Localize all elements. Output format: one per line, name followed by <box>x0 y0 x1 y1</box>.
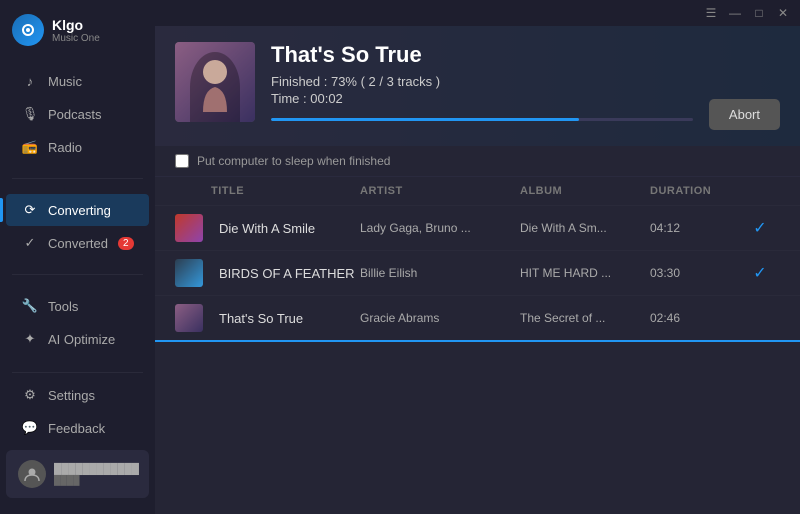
track-title: BIRDS OF A FEATHER <box>211 266 360 281</box>
col-artist: ARTIST <box>360 185 520 197</box>
col-title: TITLE <box>211 185 360 197</box>
app-subtitle: Music One <box>52 33 100 44</box>
converting-icon: ⟳ <box>22 202 38 218</box>
minimize-button[interactable]: — <box>728 6 742 20</box>
track-title: Die With A Smile <box>211 221 360 236</box>
table-header: TITLE ARTIST ALBUM DURATION <box>155 177 800 206</box>
convert-status: Finished : 73% ( 2 / 3 tracks ) <box>271 74 693 89</box>
sidebar-item-converting[interactable]: ⟳ Converting <box>6 194 149 226</box>
track-album: HIT ME HARD ... <box>520 266 650 280</box>
sidebar-item-label: Settings <box>48 388 95 403</box>
album-art <box>175 42 255 122</box>
sidebar-item-tools[interactable]: 🔧 Tools <box>6 290 149 322</box>
podcasts-icon: 🎙 <box>22 106 38 122</box>
sidebar-item-label: Tools <box>48 299 78 314</box>
table-row: BIRDS OF A FEATHER Billie Eilish HIT ME … <box>155 251 800 296</box>
tracks-table: TITLE ARTIST ALBUM DURATION Die With A S… <box>155 177 800 514</box>
col-thumb <box>175 185 211 197</box>
track-album: The Secret of ... <box>520 311 650 325</box>
track-artist: Billie Eilish <box>360 266 520 280</box>
converted-icon: ✓ <box>22 235 38 251</box>
track-thumbnail <box>175 304 203 332</box>
user-name: ████████████ <box>54 464 139 475</box>
progress-bar <box>271 118 693 121</box>
maximize-button[interactable]: □ <box>752 6 766 20</box>
sidebar-item-label: Feedback <box>48 421 105 436</box>
track-artist: Lady Gaga, Bruno ... <box>360 221 520 235</box>
music-icon: ♪ <box>22 73 38 89</box>
track-duration: 04:12 <box>650 221 740 235</box>
sidebar-item-label: Converted <box>48 236 108 251</box>
logo-text: Klgo Music One <box>52 17 100 44</box>
main-nav: ♪ Music 🎙 Podcasts 📻 Radio <box>0 56 155 172</box>
track-thumbnail <box>175 214 203 242</box>
abort-button[interactable]: Abort <box>709 99 780 130</box>
track-title: That's So True <box>211 311 360 326</box>
check-icon: ✓ <box>753 218 766 238</box>
sleep-row: Put computer to sleep when finished <box>155 146 800 177</box>
logo-area: Klgo Music One <box>0 0 155 56</box>
user-info: ████████████ ████ <box>54 464 139 485</box>
sleep-checkbox[interactable] <box>175 154 189 168</box>
table-row: Die With A Smile Lady Gaga, Bruno ... Di… <box>155 206 800 251</box>
title-bar: ☰ — □ ✕ <box>155 0 800 26</box>
sidebar-item-settings[interactable]: ⚙ Settings <box>6 379 149 411</box>
main-content: ☰ — □ ✕ That's So True Finished : 73% ( … <box>155 0 800 514</box>
track-duration: 02:46 <box>650 311 740 325</box>
avatar <box>18 460 46 488</box>
table-row: That's So True Gracie Abrams The Secret … <box>155 296 800 342</box>
sidebar-item-music[interactable]: ♪ Music <box>6 65 149 97</box>
convert-info: That's So True Finished : 73% ( 2 / 3 tr… <box>271 42 693 121</box>
sidebar-item-converted[interactable]: ✓ Converted 2 <box>6 227 149 259</box>
sidebar-item-label: AI Optimize <box>48 332 115 347</box>
tools-icon: 🔧 <box>22 298 38 314</box>
nav-divider-3 <box>12 372 143 373</box>
sidebar-item-feedback[interactable]: 💬 Feedback <box>6 412 149 444</box>
sidebar-item-podcasts[interactable]: 🎙 Podcasts <box>6 98 149 130</box>
tools-nav: 🔧 Tools ✦ AI Optimize <box>0 281 155 364</box>
sidebar: Klgo Music One ♪ Music 🎙 Podcasts 📻 Radi… <box>0 0 155 514</box>
sleep-label: Put computer to sleep when finished <box>197 154 390 168</box>
track-duration: 03:30 <box>650 266 740 280</box>
settings-icon: ⚙ <box>22 387 38 403</box>
close-button[interactable]: ✕ <box>776 6 790 20</box>
menu-button[interactable]: ☰ <box>704 6 718 20</box>
convert-time: Time : 00:02 <box>271 91 693 106</box>
sidebar-item-label: Podcasts <box>48 107 101 122</box>
app-name: Klgo <box>52 17 100 33</box>
sidebar-item-label: Converting <box>48 203 111 218</box>
converted-badge: 2 <box>118 237 134 250</box>
album-art-inner <box>175 42 255 122</box>
track-album: Die With A Sm... <box>520 221 650 235</box>
convert-title: That's So True <box>271 42 693 68</box>
check-icon: ✓ <box>753 263 766 283</box>
sidebar-item-ai-optimize[interactable]: ✦ AI Optimize <box>6 323 149 355</box>
sidebar-item-radio[interactable]: 📻 Radio <box>6 131 149 163</box>
radio-icon: 📻 <box>22 139 38 155</box>
app-logo-icon <box>12 14 44 46</box>
sidebar-item-label: Radio <box>48 140 82 155</box>
progress-bar-fill <box>271 118 579 121</box>
user-plan: ████ <box>54 475 139 485</box>
convert-nav: ⟳ Converting ✓ Converted 2 <box>0 185 155 268</box>
col-status <box>740 185 780 197</box>
track-thumbnail <box>175 259 203 287</box>
feedback-icon: 💬 <box>22 420 38 436</box>
track-status: ✓ <box>740 263 780 283</box>
col-duration: DURATION <box>650 185 740 197</box>
sidebar-bottom: ⚙ Settings 💬 Feedback ████████████ ████ <box>0 366 155 514</box>
ai-icon: ✦ <box>22 331 38 347</box>
user-area[interactable]: ████████████ ████ <box>6 450 149 498</box>
sidebar-item-label: Music <box>48 74 82 89</box>
nav-divider-2 <box>12 274 143 275</box>
col-album: ALBUM <box>520 185 650 197</box>
convert-header: That's So True Finished : 73% ( 2 / 3 tr… <box>155 26 800 146</box>
track-artist: Gracie Abrams <box>360 311 520 325</box>
nav-divider-1 <box>12 178 143 179</box>
track-status: ✓ <box>740 218 780 238</box>
